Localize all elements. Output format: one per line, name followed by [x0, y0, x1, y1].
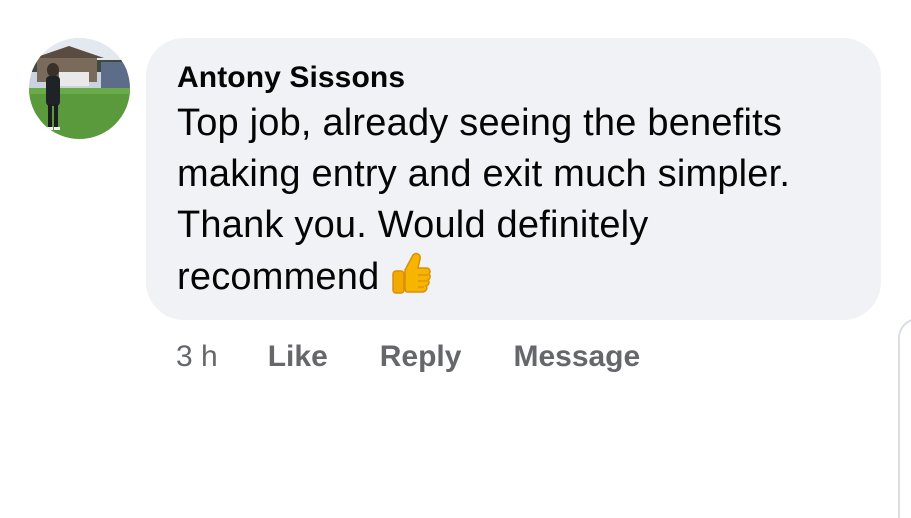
comment-actions: 3 h Like Reply Message [176, 337, 640, 377]
comment-timestamp[interactable]: 3 h [176, 337, 218, 377]
comment-bubble: Antony Sissons Top job, already seeing t… [146, 38, 881, 320]
avatar-photo [29, 38, 130, 139]
comment-author[interactable]: Antony Sissons [177, 60, 851, 96]
comment-text: Top job, already seeing the benefits mak… [177, 102, 791, 298]
reply-button[interactable]: Reply [380, 337, 462, 377]
adjacent-panel-edge [898, 318, 911, 518]
like-button[interactable]: Like [268, 337, 328, 377]
avatar[interactable] [29, 38, 130, 139]
thumbs-up-icon [391, 251, 432, 295]
message-button[interactable]: Message [513, 337, 640, 377]
comment-text-block: Top job, already seeing the benefits mak… [177, 98, 851, 303]
